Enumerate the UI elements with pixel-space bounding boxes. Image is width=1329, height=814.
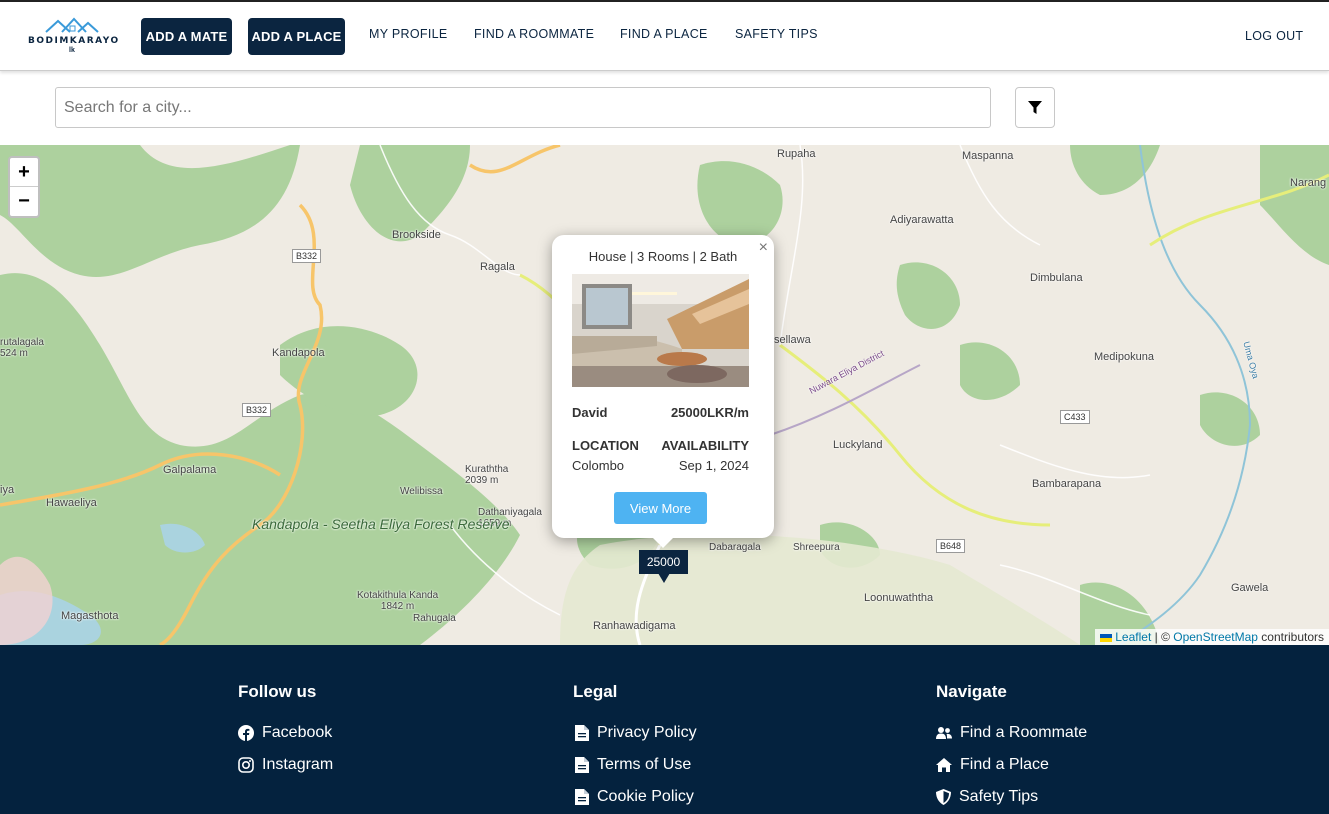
- map-label: Rahugala: [413, 613, 456, 624]
- nav-safety-tips[interactable]: SAFETY TIPS: [735, 27, 818, 41]
- users-icon: [936, 727, 952, 739]
- logo-sub: lk: [69, 47, 75, 54]
- map-label: iya: [0, 484, 15, 496]
- map-label: Galpalama: [163, 464, 217, 476]
- footer-link-terms[interactable]: Terms of Use: [575, 756, 691, 774]
- map-label: Luckyland: [833, 439, 883, 451]
- map-label: Kandapola: [272, 347, 325, 359]
- home-icon: [936, 758, 952, 772]
- map-label: Shreepura: [793, 542, 840, 553]
- nav-my-profile[interactable]: MY PROFILE: [369, 27, 447, 41]
- listing-price: 25000LKR/m: [670, 405, 749, 420]
- listing-popup: × House | 3 Rooms | 2 Bath David 25000LK…: [552, 235, 774, 538]
- shield-icon: [936, 789, 951, 805]
- peak-label: rutalagala 524 m: [0, 337, 44, 359]
- peak-label: Kotakithula Kanda 1842 m: [357, 590, 439, 612]
- road-shield: C433: [1060, 410, 1090, 424]
- popup-title: House | 3 Rooms | 2 Bath: [588, 249, 738, 264]
- footer-heading-follow: Follow us: [238, 682, 317, 701]
- owner-name: David: [572, 405, 608, 420]
- map-label: Hawaeliya: [46, 497, 97, 509]
- add-place-button[interactable]: ADD A PLACE: [248, 18, 345, 55]
- facebook-icon: [238, 725, 254, 741]
- logo-text: BODIMKARAYO: [28, 36, 120, 46]
- instagram-icon: [238, 757, 254, 773]
- house-logo-icon: [45, 17, 99, 33]
- osm-link[interactable]: OpenStreetMap: [1173, 630, 1258, 644]
- filter-button[interactable]: [1015, 87, 1055, 128]
- location-value: Colombo: [572, 458, 625, 473]
- city-search-input[interactable]: [55, 87, 991, 128]
- document-icon: [575, 725, 589, 741]
- map-label: sellawa: [774, 334, 811, 346]
- popup-tip: [652, 537, 674, 548]
- footer-link-safety-tips[interactable]: Safety Tips: [936, 788, 1038, 806]
- map-label: Adiyarawatta: [890, 214, 954, 226]
- footer-link-instagram[interactable]: Instagram: [238, 756, 333, 774]
- listing-photo: [572, 274, 749, 387]
- zoom-in-button[interactable]: +: [10, 158, 38, 187]
- map-label: Rupaha: [777, 148, 816, 160]
- map-label: Medipokuna: [1094, 351, 1154, 363]
- map-label: Maspanna: [962, 150, 1014, 162]
- map-label: Ranhawadigama: [593, 620, 676, 632]
- map-label: Narang: [1290, 177, 1327, 189]
- road-shield: B648: [936, 539, 966, 553]
- leaflet-link[interactable]: Leaflet: [1100, 630, 1151, 644]
- map-label: Brookside: [392, 229, 441, 241]
- map-label: Gawela: [1231, 582, 1269, 594]
- document-icon: [575, 789, 589, 805]
- nav-find-place[interactable]: FIND A PLACE: [620, 27, 708, 41]
- view-more-button[interactable]: View More: [614, 492, 707, 524]
- filter-icon: [1028, 100, 1042, 114]
- forest-reserve-label: Kandapola - Seetha Eliya Forest Reserve: [252, 515, 510, 533]
- zoom-control: + −: [8, 156, 40, 218]
- map-label: Loonuwaththa: [864, 592, 934, 604]
- road-shield: B332: [292, 249, 322, 263]
- footer-link-cookie[interactable]: Cookie Policy: [575, 788, 694, 806]
- map-label: Magasthota: [61, 610, 119, 622]
- footer: Follow us Facebook Instagram Legal Priva…: [0, 645, 1329, 814]
- logout-link[interactable]: LOG OUT: [1245, 29, 1303, 43]
- map-label: Dabaragala: [709, 542, 761, 553]
- nav-find-roommate[interactable]: FIND A ROOMMATE: [474, 27, 594, 41]
- road-shield: B332: [242, 403, 272, 417]
- add-mate-button[interactable]: ADD A MATE: [141, 18, 232, 55]
- peak-label: Kuraththa 2039 m: [465, 464, 509, 486]
- price-marker[interactable]: 25000: [639, 550, 688, 574]
- footer-link-privacy[interactable]: Privacy Policy: [575, 724, 697, 742]
- price-marker-pointer: [658, 573, 670, 583]
- map-label: Ragala: [480, 261, 515, 273]
- availability-label: AVAILABILITY: [661, 438, 749, 453]
- map-attribution: Leaflet | © OpenStreetMap contributors: [1095, 629, 1329, 645]
- document-icon: [575, 757, 589, 773]
- map-label: Welibissa: [400, 486, 443, 497]
- map-label: Bambarapana: [1032, 478, 1102, 490]
- footer-heading-legal: Legal: [573, 682, 618, 701]
- footer-link-find-roommate[interactable]: Find a Roommate: [936, 724, 1087, 742]
- ukraine-flag-icon: [1100, 633, 1113, 642]
- map-view[interactable]: Rupaha Maspanna Narang Adiyarawatta Broo…: [0, 145, 1329, 645]
- footer-link-facebook[interactable]: Facebook: [238, 724, 332, 742]
- navbar: BODIMKARAYO lk ADD A MATE ADD A PLACE MY…: [0, 2, 1329, 71]
- location-label: LOCATION: [572, 438, 639, 453]
- footer-link-find-place[interactable]: Find a Place: [936, 756, 1049, 774]
- map-label: Dimbulana: [1030, 272, 1083, 284]
- availability-value: Sep 1, 2024: [678, 458, 749, 473]
- brand-logo[interactable]: BODIMKARAYO lk: [28, 16, 128, 58]
- zoom-out-button[interactable]: −: [10, 187, 38, 216]
- footer-heading-navigate: Navigate: [936, 682, 1007, 701]
